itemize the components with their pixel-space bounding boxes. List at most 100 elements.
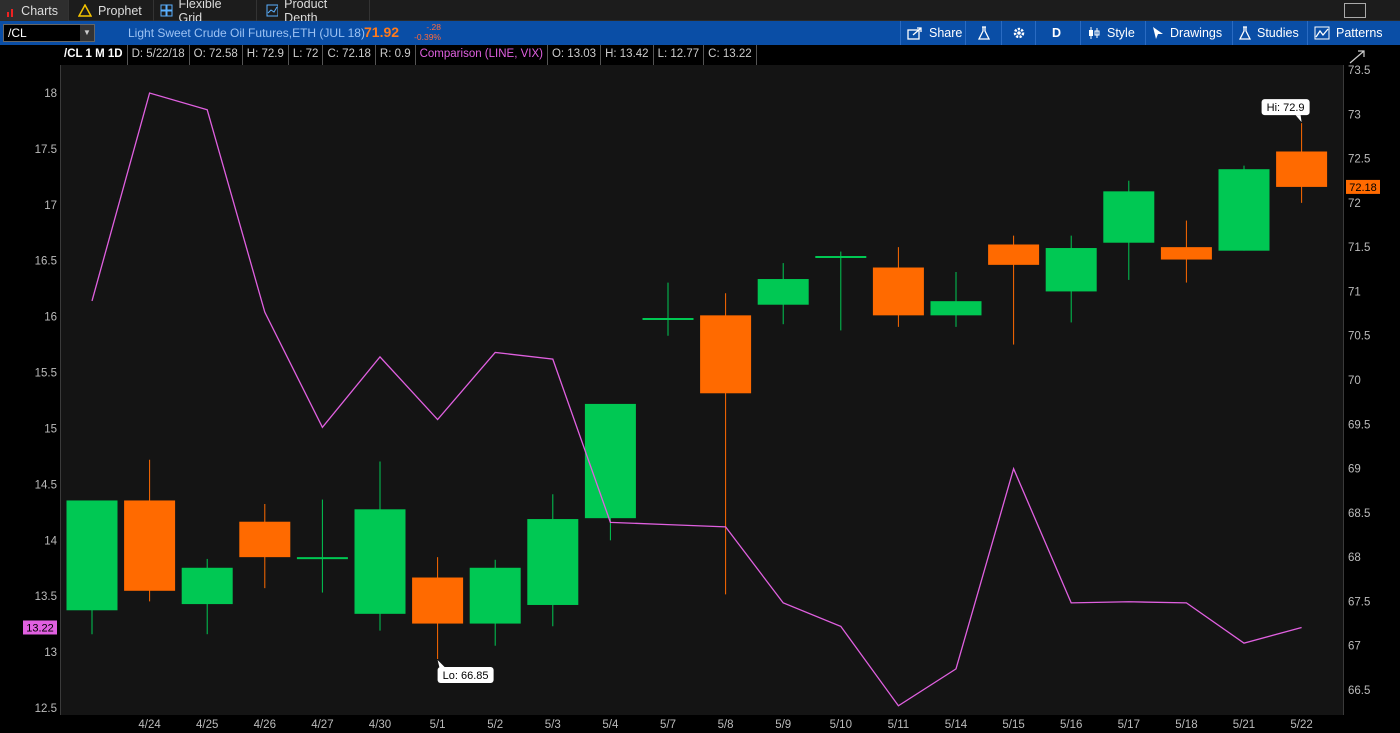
tab-label: Charts — [21, 3, 58, 18]
left-axis-tick: 17.5 — [35, 144, 57, 156]
comparison-line — [91, 92, 1302, 707]
cmp-open: O: 13.03 — [548, 45, 602, 65]
candle-body — [1160, 247, 1212, 260]
tab-product-depth[interactable]: Product Depth — [260, 0, 370, 25]
right-axis-tick: 71 — [1348, 286, 1361, 298]
lo-label: Lo: 66.85 — [443, 670, 489, 682]
candle-body — [872, 267, 924, 316]
right-axis-tick: 71.5 — [1348, 242, 1370, 254]
info-bar: /CL 1 M 1D D: 5/22/18 O: 72.58 H: 72.9 L… — [60, 45, 757, 65]
share-button[interactable]: Share — [900, 21, 968, 45]
flask-icon — [977, 26, 990, 40]
right-axis-tick: 72.5 — [1348, 154, 1370, 166]
share-label: Share — [929, 26, 963, 40]
right-axis-tick: 68 — [1348, 552, 1361, 564]
date-tick: 4/25 — [196, 719, 218, 731]
comparison-series — [91, 92, 1302, 707]
expand-icon — [1349, 50, 1365, 64]
left-axis-tick: 17 — [44, 200, 57, 212]
right-axis-tick: 73.5 — [1348, 65, 1370, 77]
bar-open: O: 72.58 — [190, 45, 243, 65]
right-axis-tick: 66.5 — [1348, 685, 1370, 697]
hi-label: Hi: 72.9 — [1267, 102, 1305, 114]
aggregation-button[interactable]: D — [1035, 21, 1077, 45]
studies-button[interactable]: Studies — [1232, 21, 1305, 45]
candle-body — [412, 577, 464, 624]
style-button[interactable]: Style — [1080, 21, 1141, 45]
window-button[interactable] — [1344, 3, 1366, 18]
left-axis-tick: 13 — [44, 647, 57, 659]
style-label: Style — [1107, 26, 1135, 40]
date-tick: 5/16 — [1060, 719, 1082, 731]
candle-body — [700, 315, 752, 394]
left-axis-tick: 12.5 — [35, 703, 57, 715]
cmp-close: C: 13.22 — [704, 45, 757, 65]
candle-body — [1218, 169, 1270, 251]
candle-body — [66, 500, 118, 611]
candle-body — [584, 403, 636, 519]
chevron-down-icon[interactable]: ▼ — [80, 25, 94, 41]
flask-button[interactable] — [965, 21, 1001, 45]
patterns-label: Patterns — [1336, 26, 1383, 40]
chart-area[interactable]: 18 17.5 17 16.5 16 15.5 15 14.5 14 13.5 13 12.5 73.… — [0, 45, 1400, 733]
date-tick: 5/14 — [945, 719, 968, 731]
date-tick: 5/10 — [830, 719, 852, 731]
left-axis-tick: 16.5 — [35, 256, 57, 268]
date-tick: 5/11 — [888, 719, 910, 731]
date-tick: 5/22 — [1290, 719, 1312, 731]
bar-range: R: 0.9 — [376, 45, 416, 65]
left-axis-tick: 14 — [44, 535, 57, 547]
right-axis-tick: 70 — [1348, 375, 1361, 387]
settings-button[interactable] — [1001, 21, 1035, 45]
candle-body — [988, 244, 1040, 265]
date-tick: 5/18 — [1175, 719, 1197, 731]
share-icon — [907, 27, 922, 40]
tab-charts[interactable]: Charts — [0, 0, 69, 21]
drawings-button[interactable]: Drawings — [1145, 21, 1228, 45]
date-tick: 5/9 — [775, 719, 791, 731]
right-axis-tick: 69.5 — [1348, 419, 1370, 431]
bar-low: L: 72 — [289, 45, 324, 65]
right-axis-tick: 72 — [1348, 198, 1361, 210]
left-axis-tick: 16 — [44, 312, 57, 324]
candle-body — [527, 519, 579, 605]
pattern-icon — [1314, 26, 1330, 40]
tab-flexible-grid[interactable]: Flexible Grid — [154, 0, 257, 25]
left-axis-tick: 14.5 — [35, 479, 57, 491]
candle-body — [354, 509, 406, 614]
date-tick: 4/24 — [138, 719, 161, 731]
lo-label-pointer — [437, 660, 446, 668]
date-tick: 5/3 — [545, 719, 561, 731]
warning-triangle-icon — [78, 4, 92, 17]
cmp-high: H: 13.42 — [601, 45, 654, 65]
last-price-tag-label: 72.18 — [1349, 182, 1377, 194]
gear-icon — [1013, 27, 1024, 39]
studies-label: Studies — [1257, 26, 1299, 40]
candlestick-icon — [1089, 27, 1100, 39]
left-axis-tick: 13.5 — [35, 591, 57, 603]
right-axis-tick: 69 — [1348, 464, 1361, 476]
instrument-description: Light Sweet Crude Oil Futures,ETH (JUL 1… — [128, 26, 365, 40]
candle-body — [296, 557, 348, 560]
comparison-label[interactable]: Comparison (LINE, VIX) — [416, 45, 548, 65]
date-tick: 5/21 — [1233, 719, 1255, 731]
tab-prophet[interactable]: Prophet — [72, 0, 154, 21]
candles — [66, 123, 1328, 659]
candle-body — [1045, 248, 1097, 292]
date-tick: 4/30 — [369, 719, 391, 731]
patterns-button[interactable]: Patterns — [1307, 21, 1389, 45]
last-price: 71.92 — [364, 24, 400, 40]
date-tick: 5/15 — [1002, 719, 1024, 731]
aggregation-label: D — [1051, 26, 1062, 40]
tab-label: Prophet — [98, 3, 142, 18]
right-axis-tick: 67.5 — [1348, 596, 1370, 608]
left-axis-tick: 15.5 — [35, 368, 57, 380]
bar-high: H: 72.9 — [243, 45, 289, 65]
symbol-period[interactable]: /CL 1 M 1D — [60, 45, 128, 65]
candle-body — [930, 301, 982, 316]
date-tick: 5/8 — [718, 719, 734, 731]
date-axis: 4/24 4/25 4/26 4/27 4/30 5/1 5/2 5/3 5/4 5/7 5/8 5/… — [138, 719, 1312, 731]
price-chart[interactable]: 18 17.5 17 16.5 16 15.5 15 14.5 14 13.5 13 12.5 73.… — [0, 45, 1400, 733]
candle-body — [124, 500, 176, 591]
cursor-arrow-icon — [1153, 27, 1163, 39]
